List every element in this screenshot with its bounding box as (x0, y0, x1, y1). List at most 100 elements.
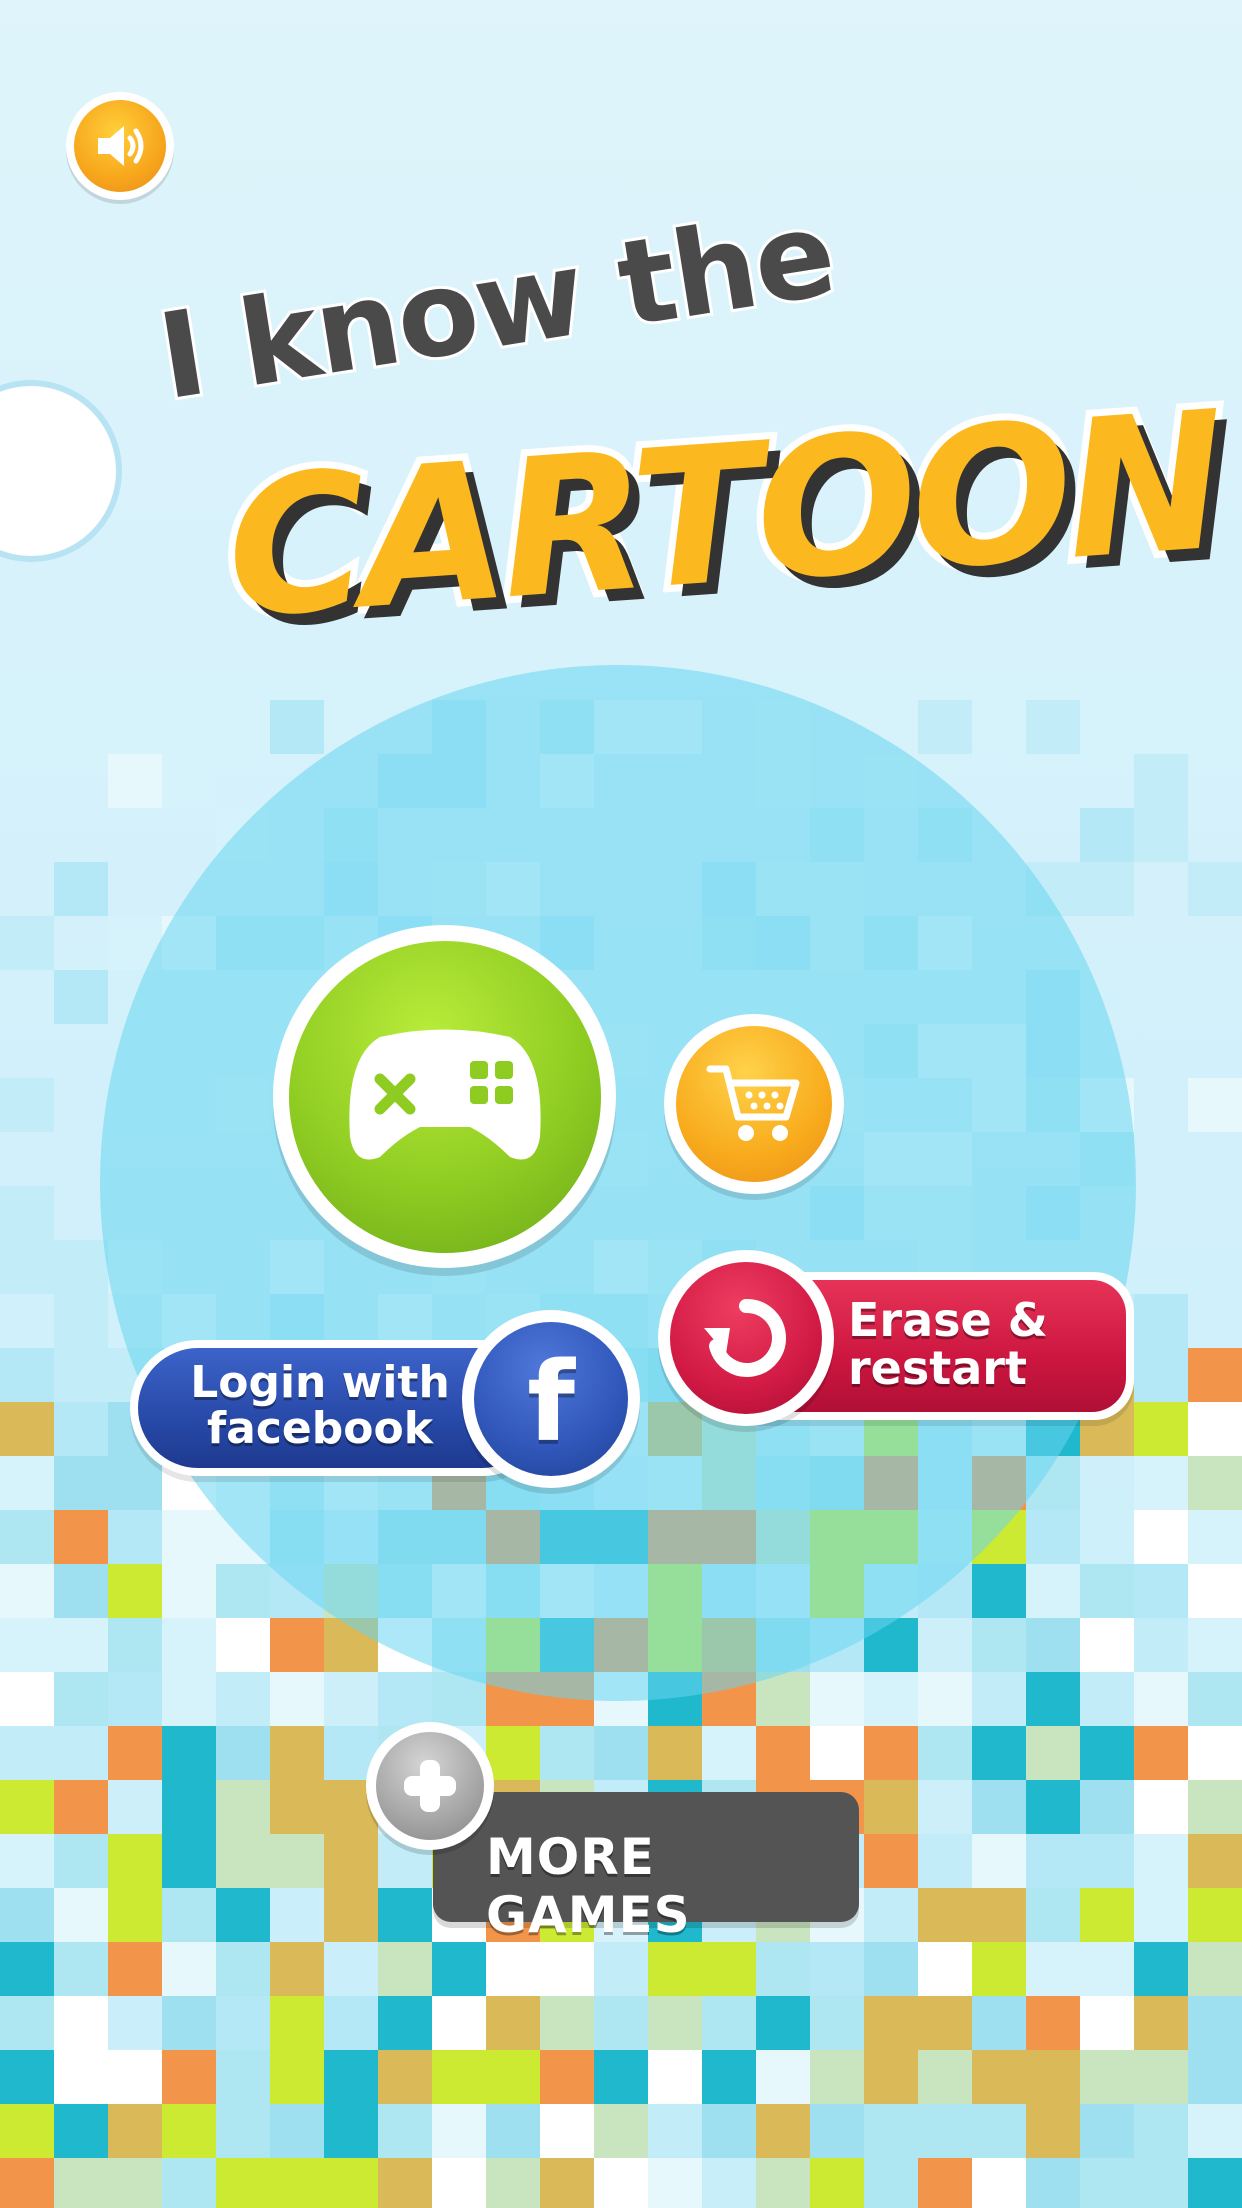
mosaic-tile (1188, 1672, 1242, 1726)
mosaic-tile (756, 1996, 810, 2050)
mosaic-tile (54, 1456, 108, 1510)
mosaic-tile (1188, 1888, 1242, 1942)
mosaic-tile (378, 1996, 432, 2050)
mosaic-tile (918, 1942, 972, 1996)
facebook-icon: f (527, 1338, 575, 1466)
mosaic-tile (594, 2050, 648, 2104)
mosaic-tile (594, 2158, 648, 2208)
sound-button[interactable] (66, 92, 174, 200)
mosaic-tile (702, 1726, 756, 1780)
facebook-login-label: Login with facebook (190, 1357, 450, 1455)
mosaic-tile (1026, 1510, 1080, 1564)
mosaic-tile (486, 1996, 540, 2050)
mosaic-tile (1188, 1942, 1242, 1996)
mosaic-tile (0, 1078, 54, 1132)
mosaic-tile (1134, 1834, 1188, 1888)
mosaic-tile (1134, 1618, 1188, 1672)
mosaic-tile (1134, 1942, 1188, 1996)
mosaic-tile (864, 2050, 918, 2104)
facebook-icon-button[interactable]: f (462, 1310, 640, 1488)
mosaic-tile (162, 1510, 216, 1564)
mosaic-tile (864, 1780, 918, 1834)
mosaic-tile (216, 2104, 270, 2158)
mosaic-tile (918, 1726, 972, 1780)
mosaic-tile (432, 1996, 486, 2050)
mosaic-tile (1026, 2104, 1080, 2158)
mosaic-tile (0, 1726, 54, 1780)
mosaic-tile (486, 1942, 540, 1996)
mosaic-tile (54, 1834, 108, 1888)
mosaic-tile (162, 1618, 216, 1672)
mosaic-tile (162, 1942, 216, 1996)
mosaic-tile (972, 1780, 1026, 1834)
mosaic-tile (972, 2104, 1026, 2158)
mosaic-tile (108, 2158, 162, 2208)
mosaic-tile (216, 2158, 270, 2208)
erase-icon-button[interactable] (658, 1250, 834, 1426)
mosaic-tile (324, 2104, 378, 2158)
mosaic-tile (54, 1618, 108, 1672)
mosaic-tile (648, 2050, 702, 2104)
mosaic-tile (0, 916, 54, 970)
mosaic-tile (918, 2104, 972, 2158)
mosaic-tile (0, 1402, 54, 1456)
mosaic-tile (108, 754, 162, 808)
mosaic-tile (594, 2104, 648, 2158)
mosaic-tile (324, 1996, 378, 2050)
mosaic-tile (54, 2104, 108, 2158)
mosaic-tile (972, 1672, 1026, 1726)
mosaic-tile (1026, 1996, 1080, 2050)
mosaic-tile (108, 1456, 162, 1510)
mosaic-tile (1080, 1618, 1134, 1672)
mosaic-tile (162, 1888, 216, 1942)
shop-button[interactable] (664, 1014, 844, 1194)
mosaic-tile (0, 1456, 54, 1510)
mosaic-tile (972, 1996, 1026, 2050)
mosaic-tile (54, 970, 108, 1024)
mosaic-tile (864, 1888, 918, 1942)
mosaic-tile (594, 1942, 648, 1996)
mosaic-tile (918, 700, 972, 754)
mosaic-tile (162, 754, 216, 808)
mosaic-tile (270, 2104, 324, 2158)
mosaic-tile (162, 1834, 216, 1888)
mosaic-tile (270, 1672, 324, 1726)
mosaic-tile (108, 1888, 162, 1942)
more-games-plus-button[interactable] (366, 1722, 494, 1850)
mosaic-tile (1188, 1564, 1242, 1618)
mosaic-tile (54, 1240, 108, 1294)
mosaic-tile (1026, 1834, 1080, 1888)
mosaic-tile (54, 1294, 108, 1348)
mosaic-tile (1134, 754, 1188, 808)
mosaic-tile (1134, 1456, 1188, 1510)
mosaic-tile (1188, 862, 1242, 916)
mosaic-tile (108, 2050, 162, 2104)
mosaic-tile (1188, 2050, 1242, 2104)
mosaic-tile (54, 1888, 108, 1942)
mosaic-tile (270, 700, 324, 754)
mosaic-tile (1134, 2158, 1188, 2208)
mosaic-tile (108, 1564, 162, 1618)
mosaic-tile (270, 1780, 324, 1834)
play-button[interactable] (273, 925, 616, 1268)
mosaic-tile (1188, 1510, 1242, 1564)
gamepad-icon (348, 1029, 541, 1159)
mosaic-tile (1080, 1996, 1134, 2050)
mosaic-tile (432, 2104, 486, 2158)
mosaic-tile (1134, 808, 1188, 862)
plus-icon (404, 1760, 456, 1812)
mosaic-tile (54, 1510, 108, 1564)
mosaic-tile (972, 1726, 1026, 1780)
mosaic-tile (162, 1780, 216, 1834)
restart-icon (704, 1298, 786, 1377)
mosaic-tile (918, 1834, 972, 1888)
mosaic-tile (1134, 1402, 1188, 1456)
mosaic-tile (216, 1564, 270, 1618)
mosaic-tile (540, 1726, 594, 1780)
mosaic-tile (486, 2158, 540, 2208)
mosaic-tile (54, 2050, 108, 2104)
mosaic-tile (1080, 1942, 1134, 1996)
mosaic-tile (972, 2158, 1026, 2208)
mosaic-tile (108, 1672, 162, 1726)
mosaic-tile (540, 2158, 594, 2208)
